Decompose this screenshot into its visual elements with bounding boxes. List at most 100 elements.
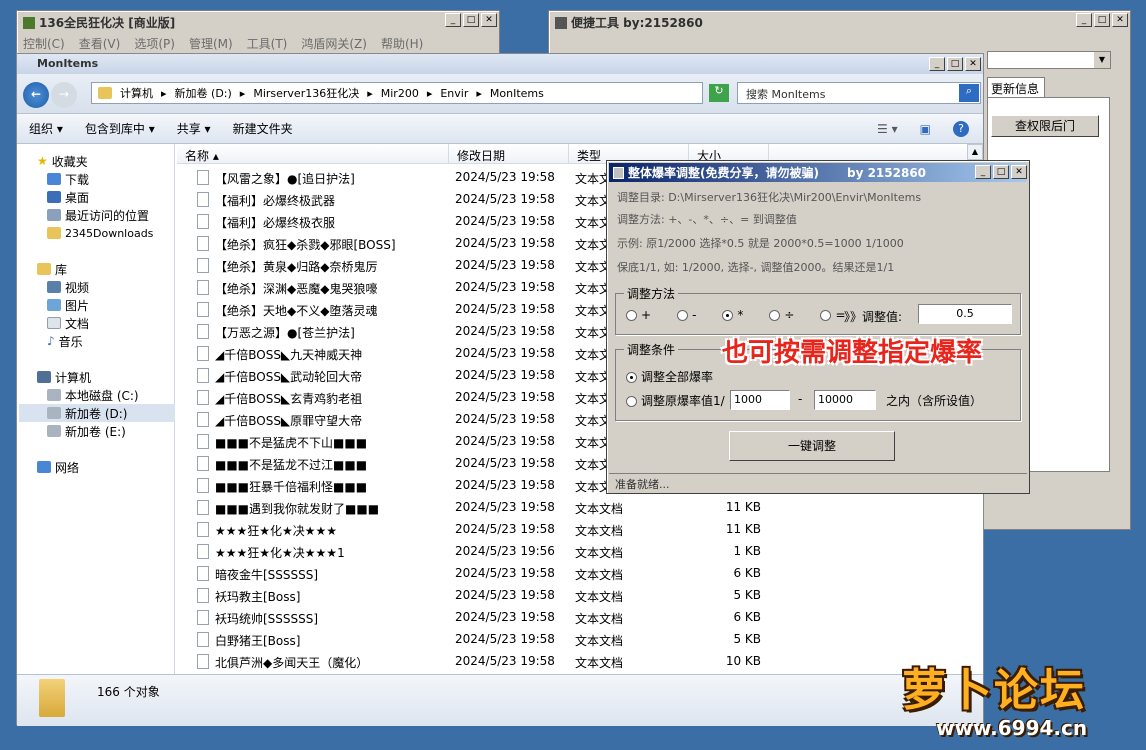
- address-field[interactable]: 计算机 ▸ 新加卷 (D:) ▸ Mirserver136狂化决 ▸ Mir200 ▸ …: [91, 82, 703, 104]
- nav-pictures[interactable]: 图片: [47, 296, 89, 314]
- adjust-value-input[interactable]: 0.5: [918, 304, 1012, 324]
- nav-recent[interactable]: 最近访问的位置: [47, 206, 149, 224]
- refresh-icon[interactable]: ↻: [709, 84, 729, 102]
- nav-2345downloads[interactable]: 2345Downloads: [47, 224, 153, 242]
- view-options-icon[interactable]: ☰ ▾: [877, 122, 898, 136]
- op-minus-radio[interactable]: -: [677, 308, 696, 322]
- minimize-button[interactable]: _: [975, 165, 991, 179]
- nav-downloads[interactable]: 下载: [47, 170, 89, 188]
- nav-network[interactable]: 网络: [37, 458, 79, 476]
- nav-computer[interactable]: 计算机: [37, 368, 91, 386]
- range-max-input[interactable]: 10000: [814, 390, 876, 410]
- nav-favorites[interactable]: ★ 收藏夹: [37, 152, 88, 170]
- nav-libraries[interactable]: 库: [37, 260, 67, 278]
- column-date[interactable]: 修改日期: [449, 144, 569, 164]
- nav-documents-label: 文档: [65, 316, 90, 331]
- op-multiply-radio[interactable]: *: [722, 308, 743, 322]
- op-divide-radio[interactable]: ÷: [769, 308, 794, 322]
- menu-options[interactable]: 选项(P): [134, 35, 175, 52]
- maximize-button[interactable]: □: [947, 57, 963, 71]
- drop-rate-dialog[interactable]: 整体爆率调整(免费分享，请勿被骗) by 2152860 _ □ ✕ 调整目录:…: [606, 160, 1030, 494]
- table-row[interactable]: 暗夜金牛[SSSSSS] 2024/5/23 19:58 文本文档 6 KB: [177, 562, 967, 584]
- dialog-title: 整体爆率调整(免费分享，请勿被骗): [628, 166, 819, 180]
- nav-drive-e[interactable]: 新加卷 (E:): [47, 422, 126, 440]
- main-app-titlebar[interactable]: 136全民狂化决 [商业版]: [19, 13, 497, 32]
- text-file-icon: [197, 192, 209, 207]
- tools-titlebar[interactable]: 便捷工具 by:2152860: [551, 13, 1128, 32]
- search-input[interactable]: 搜索 MonItems: [737, 82, 981, 104]
- table-row[interactable]: ★★★狂★化★决★★★1 2024/5/23 19:56 文本文档 1 KB: [177, 540, 967, 562]
- menu-control[interactable]: 控制(C): [23, 35, 65, 52]
- close-button[interactable]: ✕: [1112, 13, 1128, 27]
- organize-button[interactable]: 组织 ▾: [29, 120, 63, 137]
- table-row[interactable]: ■■■遇到我你就发财了■■■ 2024/5/23 19:58 文本文档 11 KB: [177, 496, 967, 518]
- search-icon[interactable]: ⌕: [959, 84, 979, 102]
- minimize-button[interactable]: _: [1076, 13, 1092, 27]
- menu-help[interactable]: 帮助(H): [381, 35, 423, 52]
- maximize-button[interactable]: □: [463, 13, 479, 27]
- share-button[interactable]: 共享 ▾: [177, 120, 211, 137]
- breadcrumb-drive-d[interactable]: 新加卷 (D:): [175, 85, 232, 101]
- nav-documents[interactable]: 文档: [47, 314, 89, 332]
- tools-combo[interactable]: ▼: [987, 51, 1111, 69]
- breadcrumb-computer[interactable]: 计算机: [120, 85, 153, 101]
- dialog-titlebar[interactable]: 整体爆率调整(免费分享，请勿被骗) by 2152860: [609, 163, 1027, 182]
- help-icon[interactable]: ?: [953, 120, 969, 137]
- file-date: 2024/5/23 19:58: [455, 192, 555, 206]
- include-library-button[interactable]: 包含到库中 ▾: [85, 120, 155, 137]
- range-min-input[interactable]: 1000: [730, 390, 790, 410]
- check-backdoor-button[interactable]: 查权限后门: [991, 115, 1099, 137]
- nav-drive-d[interactable]: 新加卷 (D:): [19, 404, 175, 422]
- maximize-button[interactable]: □: [1094, 13, 1110, 27]
- main-app-title: 136全民狂化决 [商业版]: [39, 16, 176, 30]
- close-button[interactable]: ✕: [1011, 165, 1027, 179]
- folder-icon: [39, 679, 65, 717]
- text-file-icon: [197, 412, 209, 427]
- menu-manage[interactable]: 管理(M): [189, 35, 233, 52]
- menu-gateway[interactable]: 鸿盾网关(Z): [301, 35, 367, 52]
- breadcrumb-mirserver[interactable]: Mirserver136狂化决: [253, 85, 359, 101]
- breadcrumb-envir[interactable]: Envir: [440, 87, 468, 100]
- file-type: 文本文档: [575, 634, 624, 648]
- nav-desktop[interactable]: 桌面: [47, 188, 89, 206]
- new-folder-button[interactable]: 新建文件夹: [233, 120, 293, 137]
- tab-update-info[interactable]: 更新信息: [987, 77, 1045, 97]
- cond-all-radio[interactable]: 调整全部爆率: [626, 368, 713, 385]
- breadcrumb-mir200[interactable]: Mir200: [381, 87, 419, 100]
- minimize-button[interactable]: _: [445, 13, 461, 27]
- table-row[interactable]: 白野猪王[Boss] 2024/5/23 19:58 文本文档 5 KB: [177, 628, 967, 650]
- table-row[interactable]: ★★★狂★化★决★★★ 2024/5/23 19:58 文本文档 11 KB: [177, 518, 967, 540]
- table-row[interactable]: 北俱芦洲◆多闻天王（魔化） 2024/5/23 19:58 文本文档 10 KB: [177, 650, 967, 672]
- file-date: 2024/5/23 19:58: [455, 236, 555, 250]
- nav-drive-c[interactable]: 本地磁盘 (C:): [47, 386, 139, 404]
- one-click-adjust-button[interactable]: 一键调整: [729, 431, 895, 461]
- cond-range-radio[interactable]: 调整原爆率值1/: [626, 392, 725, 409]
- close-button[interactable]: ✕: [481, 13, 497, 27]
- main-app-menubar: 控制(C) 查看(V) 选项(P) 管理(M) 工具(T) 鸿盾网关(Z) 帮助…: [23, 35, 423, 52]
- preview-pane-icon[interactable]: ▣: [920, 122, 931, 136]
- close-button[interactable]: ✕: [965, 57, 981, 71]
- main-app-window[interactable]: 136全民狂化决 [商业版] _ □ ✕ 控制(C) 查看(V) 选项(P) 管…: [16, 10, 500, 58]
- nav-videos[interactable]: 视频: [47, 278, 89, 296]
- column-name[interactable]: 名称 ▴: [177, 144, 449, 164]
- file-type: 文本文档: [575, 546, 624, 560]
- scroll-up-button[interactable]: ▲: [967, 144, 983, 160]
- nav-music[interactable]: ♪ 音乐: [47, 332, 83, 350]
- file-date: 2024/5/23 19:58: [455, 522, 555, 536]
- menu-view[interactable]: 查看(V): [79, 35, 121, 52]
- breadcrumb-monitems[interactable]: MonItems: [490, 87, 544, 100]
- table-row[interactable]: 袄玛统帅[SSSSSS] 2024/5/23 19:58 文本文档 6 KB: [177, 606, 967, 628]
- op-equal-radio[interactable]: =: [820, 308, 846, 322]
- file-date: 2024/5/23 19:58: [455, 368, 555, 382]
- explorer-titlebar[interactable]: MonItems: [17, 54, 983, 74]
- maximize-button[interactable]: □: [993, 165, 1009, 179]
- back-button[interactable]: ←: [23, 82, 49, 108]
- minimize-button[interactable]: _: [929, 57, 945, 71]
- op-plus-radio[interactable]: +: [626, 308, 651, 322]
- file-size: 10 KB: [725, 654, 761, 668]
- text-file-icon: [197, 610, 209, 625]
- nav-music-label: 音乐: [58, 334, 83, 349]
- forward-button[interactable]: →: [51, 82, 77, 108]
- menu-tools[interactable]: 工具(T): [247, 35, 288, 52]
- table-row[interactable]: 袄玛教主[Boss] 2024/5/23 19:58 文本文档 5 KB: [177, 584, 967, 606]
